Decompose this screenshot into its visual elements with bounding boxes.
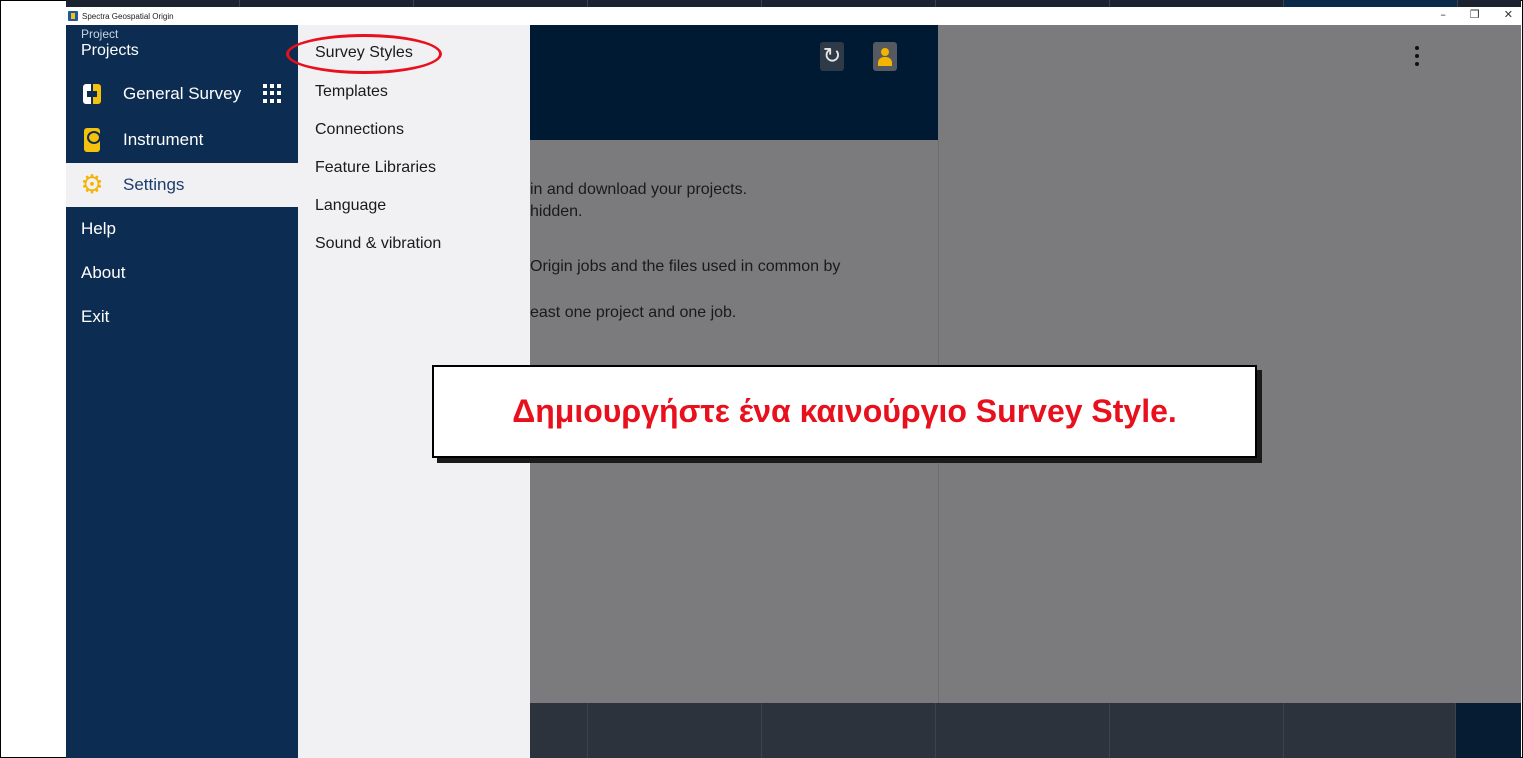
general-survey-icon xyxy=(81,83,103,105)
project-name: Projects xyxy=(81,42,139,59)
sidebar-item-label: Settings xyxy=(123,175,185,194)
submenu-item-connections[interactable]: Connections xyxy=(298,111,530,149)
app-logo-icon xyxy=(68,11,78,21)
sidebar-item-about[interactable]: About xyxy=(66,251,298,295)
instrument-icon xyxy=(81,128,103,152)
refresh-button[interactable]: ↻ xyxy=(820,42,844,71)
highlight-ellipse xyxy=(286,34,442,74)
info-line: Origin jobs and the files used in common… xyxy=(530,258,841,275)
taskbar-strip xyxy=(66,0,1521,7)
sidebar-item-label: General Survey xyxy=(123,84,242,103)
submenu-item-templates[interactable]: Templates xyxy=(298,73,530,111)
info-line: east one project and one job. xyxy=(530,304,737,321)
sidebar-item-general-survey[interactable]: General Survey xyxy=(66,71,298,117)
project-selector[interactable]: Project Projects xyxy=(66,25,298,71)
window-controls: – ❐ ✕ xyxy=(1440,8,1513,21)
kebab-menu-icon[interactable] xyxy=(1415,46,1421,66)
submenu-item-sound-vibration[interactable]: Sound & vibration xyxy=(298,225,530,263)
submenu-item-language[interactable]: Language xyxy=(298,187,530,225)
info-line: hidden. xyxy=(530,203,583,220)
window-titlebar: Spectra Geospatial Origin – ❐ ✕ xyxy=(66,7,1521,25)
bottom-toolbar xyxy=(298,703,1521,758)
refresh-icon: ↻ xyxy=(822,44,842,69)
callout-text: Δημιουργήστε ένα καινούργιο Survey Style… xyxy=(512,393,1177,429)
content-header: ↻ xyxy=(530,25,938,140)
sidebar-item-exit[interactable]: Exit xyxy=(66,295,298,339)
close-button[interactable]: ✕ xyxy=(1504,8,1513,21)
sidebar-item-label: Instrument xyxy=(123,130,204,149)
sidebar: Project Projects General Survey Instrume… xyxy=(66,25,298,758)
sidebar-item-settings[interactable]: ⚙ Settings xyxy=(66,163,298,207)
info-line: in and download your projects. xyxy=(530,181,748,198)
window-title: Spectra Geospatial Origin xyxy=(82,11,174,21)
restore-button[interactable]: ❐ xyxy=(1470,8,1480,21)
gear-icon: ⚙ xyxy=(80,170,104,200)
submenu-item-feature-libraries[interactable]: Feature Libraries xyxy=(298,149,530,187)
instruction-callout: Δημιουργήστε ένα καινούργιο Survey Style… xyxy=(432,365,1257,458)
sidebar-item-instrument[interactable]: Instrument xyxy=(66,117,298,163)
user-account-button[interactable] xyxy=(873,42,897,71)
project-caption: Project xyxy=(81,27,119,41)
sidebar-item-help[interactable]: Help xyxy=(66,207,298,251)
user-icon xyxy=(878,47,892,66)
grid-icon[interactable] xyxy=(263,84,282,103)
minimize-button[interactable]: – xyxy=(1440,8,1446,21)
